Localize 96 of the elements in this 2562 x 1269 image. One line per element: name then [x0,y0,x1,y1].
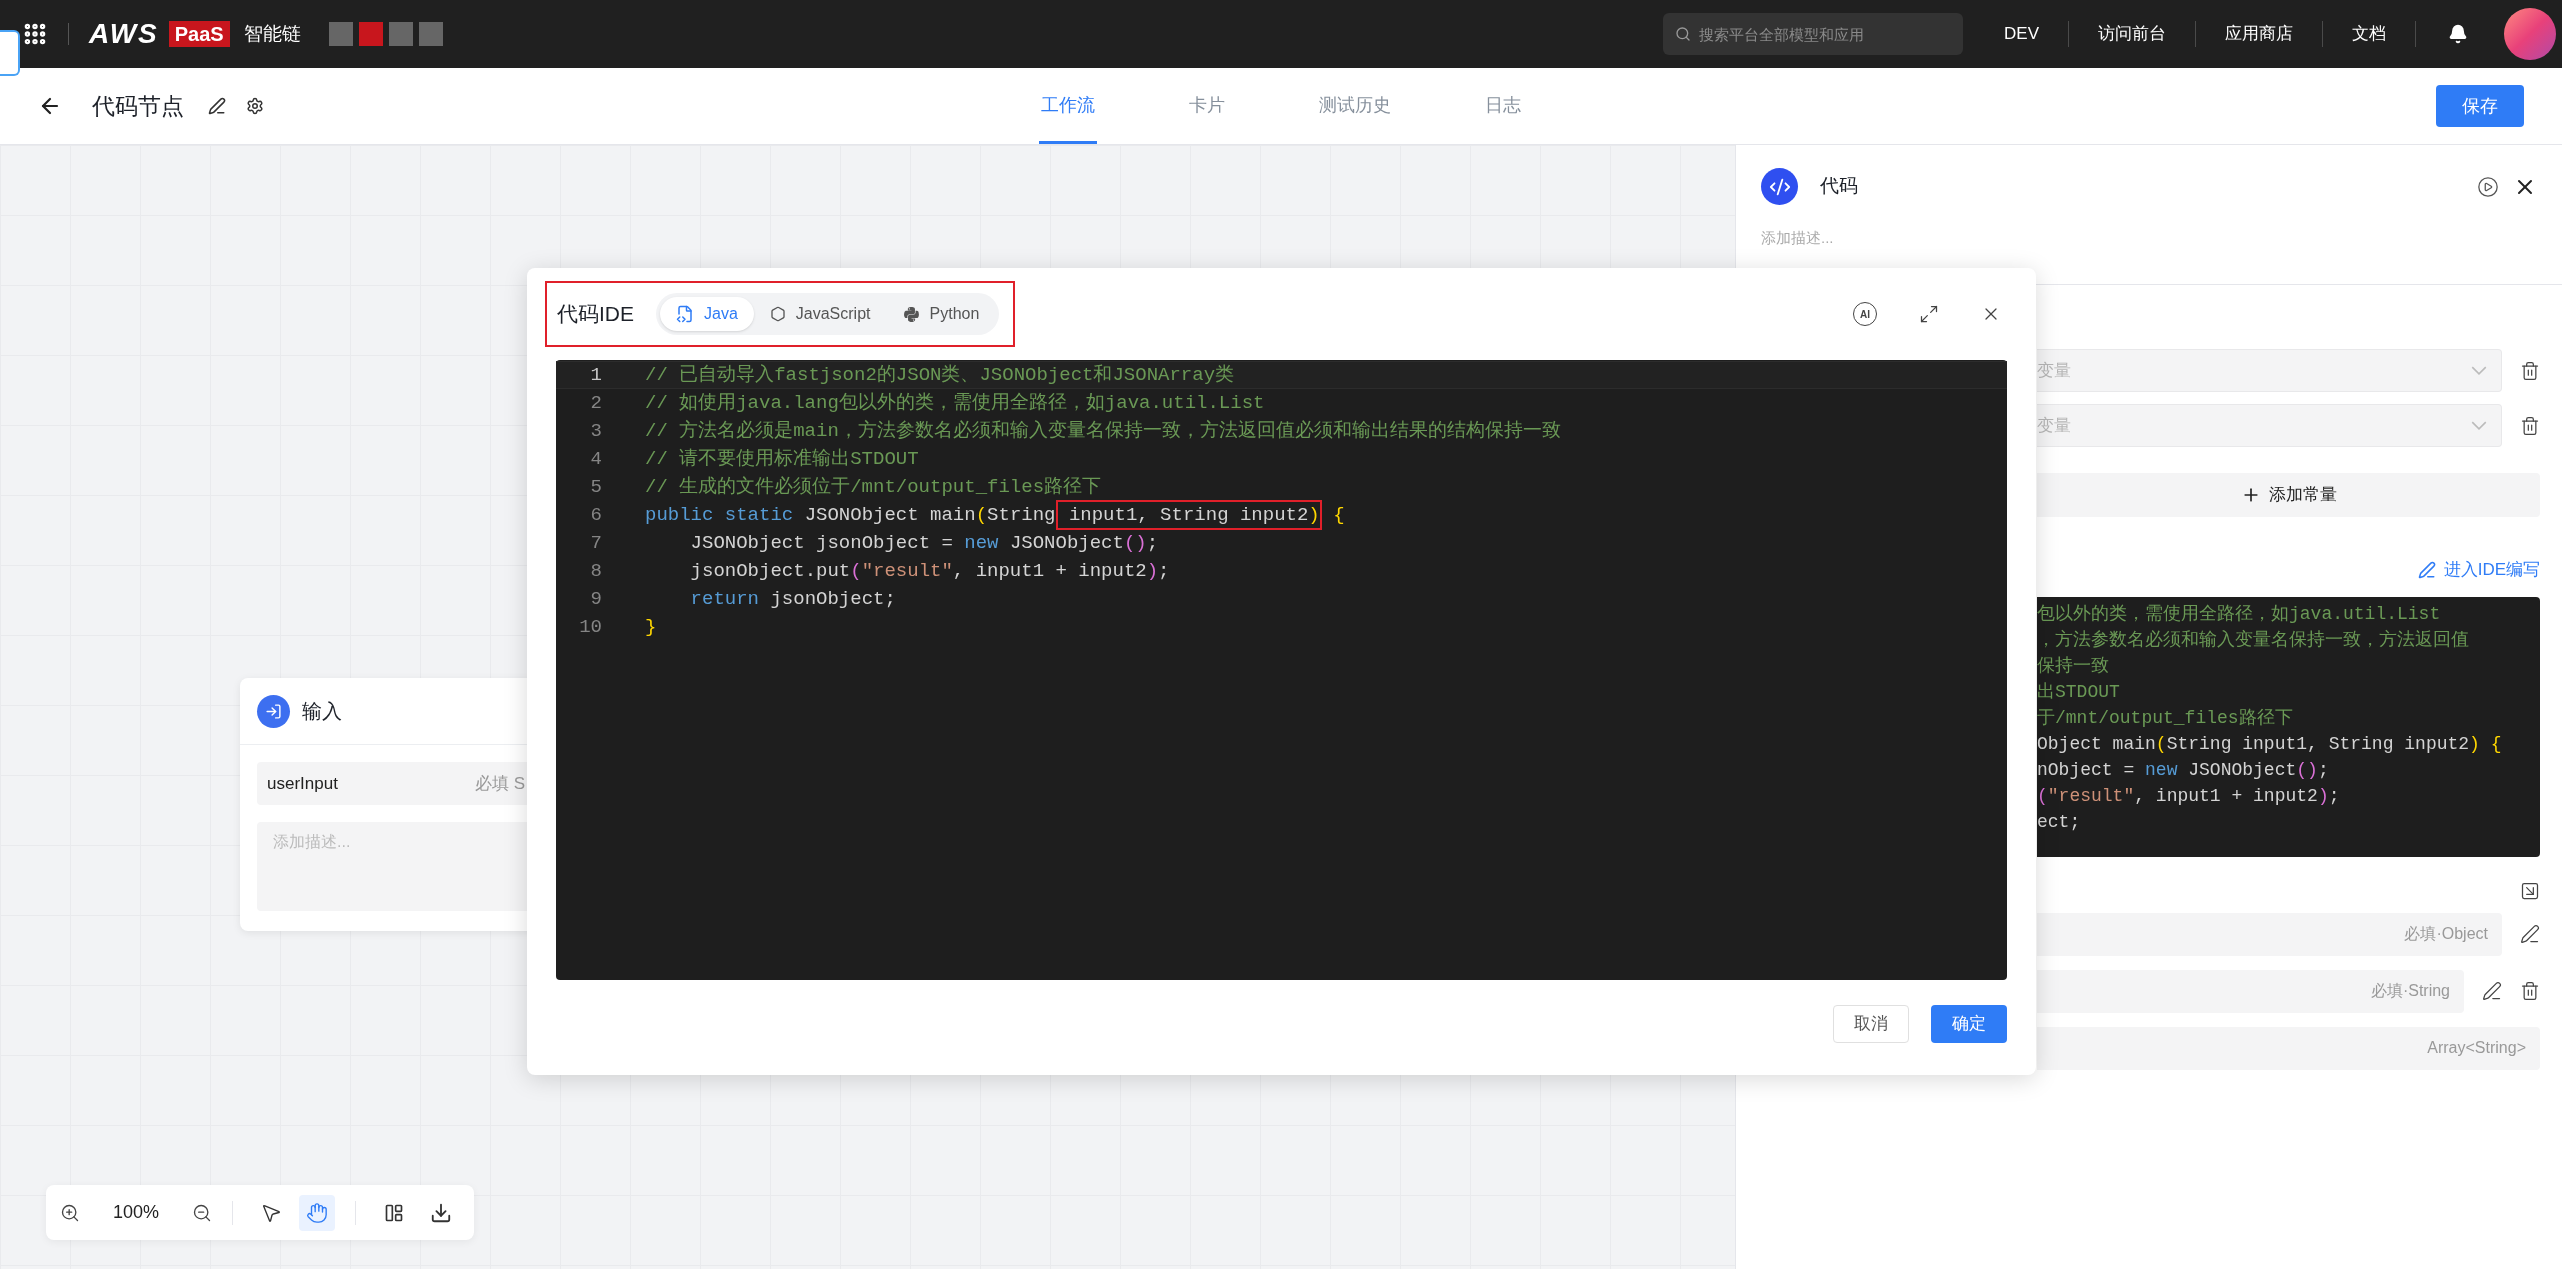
language-tab[interactable]: JavaScript [753,297,887,331]
line-number: 1 [589,363,602,388]
output-field[interactable]: 必填·Object [2037,912,2502,956]
add-constant-button[interactable]: 添加常量 [2037,473,2540,517]
zoom-level: 100% [111,1201,160,1224]
line-number: 7 [589,531,602,556]
select-placeholder: 变量 [2037,359,2071,382]
code-line: ect; [2037,810,2082,834]
enter-icon [265,702,282,720]
code-line: Object main(String input1, String input2) { [2037,732,2503,756]
code-line: // 请不要使用标准输出STDOUT [645,447,919,472]
download-icon[interactable] [430,1201,452,1224]
tab[interactable]: 日志 [1483,68,1523,144]
apps-grid-icon[interactable] [22,21,48,47]
color-swatch[interactable] [418,22,443,46]
variable-name: userInput [267,772,338,795]
line-number: 9 [589,587,602,612]
cancel-button[interactable]: 取消 [1833,1005,1909,1043]
edit-icon[interactable] [2520,924,2540,944]
open-ide-link[interactable]: 进入IDE编写 [2417,557,2540,583]
code-line: jsonObject.put("result", input1 + input2); [689,559,1170,584]
nav-link[interactable]: 文档 [2323,21,2415,47]
code-editor[interactable] [556,360,2007,980]
chevron-down-icon [2471,421,2487,430]
edit-icon [2417,560,2436,579]
code-line: return jsonObject; [689,587,896,612]
logo-badge: PaaS [168,21,230,47]
highlight-box: input1, String input2) [1055,500,1322,530]
code-file-icon [676,305,694,323]
snake-logo-icon [902,305,920,323]
code-line: // 如使用java.lang包以外的类，需使用全路径，如java.util.List [645,391,1265,416]
code-line: JSONObject jsonObject = new JSONObject(); [689,531,1159,556]
line-number: 10 [578,615,602,640]
delete-icon[interactable] [2520,360,2540,381]
logo-text: AWS [89,20,159,48]
code-line: // 方法名必须是main，方法参数名必须和输入变量名保持一致，方法返回值必须和输出结果的结构保持一致 [645,419,1561,444]
code-line: nObject = new JSONObject(); [2037,758,2330,782]
language-tab[interactable]: Java [660,297,754,331]
expand-icon[interactable] [1919,304,1939,324]
line-number: 8 [589,559,602,584]
code-line: // 生成的文件必须位于/mnt/output_files路径下 [645,475,1102,500]
output-type: 必填·Object [2404,924,2488,944]
output-type: Array<String> [2427,1038,2526,1058]
page-title: 代码节点 [92,91,184,121]
code-line: 于/mnt/output_files路径下 [2037,706,2294,730]
code-line: ("result", input1 + input2); [2037,784,2341,808]
code-line: 出STDOUT [2037,680,2121,704]
color-swatch[interactable] [388,22,413,46]
color-swatch[interactable] [328,22,353,46]
tab[interactable]: 卡片 [1187,68,1227,144]
line-number: 2 [589,391,602,416]
edit-icon[interactable] [208,97,226,115]
hand-tool-icon[interactable] [299,1194,335,1231]
zoom-in-icon[interactable] [60,1202,80,1223]
nav-link[interactable]: 应用商店 [2196,21,2322,47]
node-title: 输入 [302,699,342,724]
delete-icon[interactable] [2520,981,2540,1001]
variable-type: 必填 S [474,772,525,795]
layout-icon[interactable] [384,1202,404,1223]
code-line: } [645,615,657,640]
run-icon[interactable] [2477,175,2499,198]
line-number: 4 [589,447,602,472]
code-line: 保持一致 [2037,654,2110,678]
nav-link[interactable]: 访问前台 [2069,21,2195,47]
save-button[interactable]: 保存 [2436,85,2524,127]
code-line: ，方法参数名必须和输入变量名保持一致，方法返回值 [2037,628,2470,652]
code-line: // 已自动导入fastjson2的JSON类、JSONObject和JSONArray类 [645,363,1235,388]
notification-bell-icon[interactable] [2448,24,2468,44]
line-number: 3 [589,419,602,444]
language-tab[interactable]: Python [886,297,996,331]
hexagon-icon [769,306,786,322]
panel-title: 代码 [1820,174,1858,199]
output-type: 必填·String [2370,981,2450,1001]
chevron-down-icon [2471,366,2487,375]
color-swatch[interactable] [358,22,383,46]
product-name: 智能链 [243,21,301,46]
dialog-title: 代码IDE [557,301,634,328]
settings-icon[interactable] [246,97,264,115]
output-field[interactable]: 必填·String [2037,969,2464,1013]
code-line: 包以外的类，需使用全路径，如java.util.List [2037,602,2442,626]
search-field[interactable]: 搜索平台全部模型和应用 [1663,13,1964,55]
code-text: { [1332,503,1345,528]
edit-icon[interactable] [2482,981,2502,1001]
confirm-button[interactable]: 确定 [1931,1005,2007,1043]
line-number: 5 [589,475,602,500]
code-text: public static JSONObject main(String [645,503,1056,528]
description-field[interactable]: 添加描述... [1761,227,2537,250]
delete-icon[interactable] [2520,415,2540,436]
tab[interactable]: 测试历史 [1317,68,1393,144]
zoom-out-icon[interactable] [192,1202,212,1223]
search-icon [1675,26,1692,42]
avatar[interactable] [2504,8,2556,60]
select-placeholder: 变量 [2037,414,2071,437]
nav-link[interactable]: DEV [1975,21,2068,47]
output-field[interactable]: Array<String> [2037,1026,2540,1070]
line-number: 6 [589,503,602,528]
